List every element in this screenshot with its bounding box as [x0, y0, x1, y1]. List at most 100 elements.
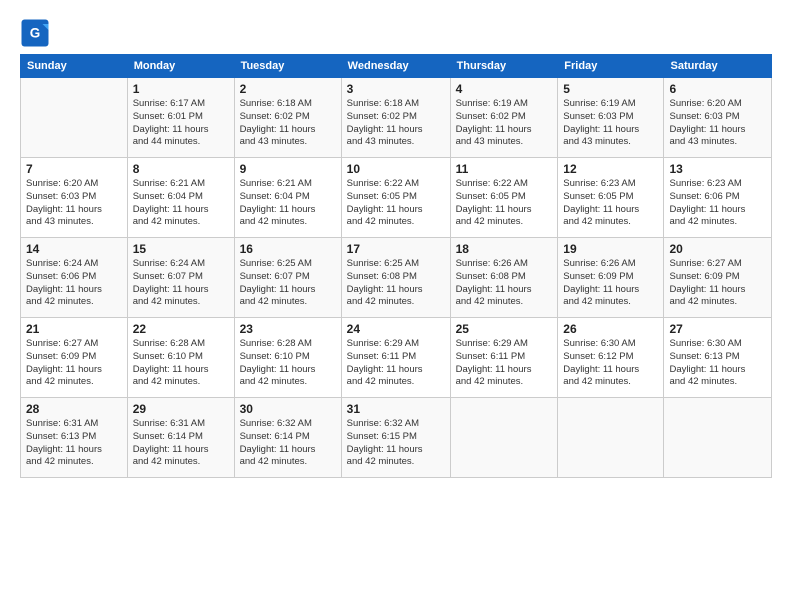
day-number: 31 [347, 402, 445, 416]
day-number: 30 [240, 402, 336, 416]
calendar-page: G SundayMondayTuesdayWednesdayThursdayFr… [0, 0, 792, 612]
day-cell: 1Sunrise: 6:17 AM Sunset: 6:01 PM Daylig… [127, 78, 234, 158]
day-info: Sunrise: 6:19 AM Sunset: 6:02 PM Dayligh… [456, 98, 553, 149]
day-cell: 2Sunrise: 6:18 AM Sunset: 6:02 PM Daylig… [234, 78, 341, 158]
day-cell: 22 Sunrise: 6:28 AM Sunset: 6:10 PM Dayli… [127, 318, 234, 398]
day-cell: 16 Sunrise: 6:25 AM Sunset: 6:07 PM Dayli… [234, 238, 341, 318]
day-number: 11 [456, 162, 553, 176]
day-cell: 9 Sunrise: 6:21 AM Sunset: 6:04 PM Daylig… [234, 158, 341, 238]
day-info: Sunrise: 6:29 AM Sunset: 6:11 PM Dayligh… [456, 338, 553, 389]
day-cell: 15 Sunrise: 6:24 AM Sunset: 6:07 PM Dayli… [127, 238, 234, 318]
day-cell: 13 Sunrise: 6:23 AM Sunset: 6:06 PM Dayli… [664, 158, 772, 238]
day-cell: 12 Sunrise: 6:23 AM Sunset: 6:05 PM Dayli… [558, 158, 664, 238]
day-info: Sunrise: 6:21 AM Sunset: 6:04 PM Dayligh… [240, 178, 336, 229]
col-header-sunday: Sunday [21, 55, 128, 78]
day-info: Sunrise: 6:31 AM Sunset: 6:13 PM Dayligh… [26, 418, 122, 469]
day-number: 22 [133, 322, 229, 336]
day-cell: 27Sunrise: 6:30 AM Sunset: 6:13 PM Dayli… [664, 318, 772, 398]
day-number: 16 [240, 242, 336, 256]
day-cell [21, 78, 128, 158]
week-row-3: 14Sunrise: 6:24 AM Sunset: 6:06 PM Dayli… [21, 238, 772, 318]
day-cell: 26 Sunrise: 6:30 AM Sunset: 6:12 PM Dayli… [558, 318, 664, 398]
day-cell: 10 Sunrise: 6:22 AM Sunset: 6:05 PM Dayli… [341, 158, 450, 238]
day-number: 26 [563, 322, 658, 336]
day-cell: 4 Sunrise: 6:19 AM Sunset: 6:02 PM Daylig… [450, 78, 558, 158]
day-info: Sunrise: 6:20 AM Sunset: 6:03 PM Dayligh… [669, 98, 766, 149]
day-info: Sunrise: 6:26 AM Sunset: 6:09 PM Dayligh… [563, 258, 658, 309]
day-info: Sunrise: 6:17 AM Sunset: 6:01 PM Dayligh… [133, 98, 229, 149]
day-cell: 14Sunrise: 6:24 AM Sunset: 6:06 PM Dayli… [21, 238, 128, 318]
day-info: Sunrise: 6:29 AM Sunset: 6:11 PM Dayligh… [347, 338, 445, 389]
day-number: 18 [456, 242, 553, 256]
day-info: Sunrise: 6:25 AM Sunset: 6:07 PM Dayligh… [240, 258, 336, 309]
day-cell: 7 Sunrise: 6:20 AM Sunset: 6:03 PM Daylig… [21, 158, 128, 238]
day-cell [450, 398, 558, 478]
day-number: 20 [669, 242, 766, 256]
day-info: Sunrise: 6:27 AM Sunset: 6:09 PM Dayligh… [669, 258, 766, 309]
logo: G [20, 18, 54, 48]
svg-text:G: G [30, 26, 41, 41]
day-info: Sunrise: 6:23 AM Sunset: 6:06 PM Dayligh… [669, 178, 766, 229]
day-info: Sunrise: 6:22 AM Sunset: 6:05 PM Dayligh… [347, 178, 445, 229]
day-number: 29 [133, 402, 229, 416]
day-number: 5 [563, 82, 658, 96]
day-info: Sunrise: 6:24 AM Sunset: 6:06 PM Dayligh… [26, 258, 122, 309]
day-info: Sunrise: 6:32 AM Sunset: 6:15 PM Dayligh… [347, 418, 445, 469]
day-number: 2 [240, 82, 336, 96]
week-row-4: 21 Sunrise: 6:27 AM Sunset: 6:09 PM Dayli… [21, 318, 772, 398]
day-info: Sunrise: 6:28 AM Sunset: 6:10 PM Dayligh… [240, 338, 336, 389]
day-number: 3 [347, 82, 445, 96]
day-info: Sunrise: 6:20 AM Sunset: 6:03 PM Dayligh… [26, 178, 122, 229]
day-number: 12 [563, 162, 658, 176]
day-cell: 19 Sunrise: 6:26 AM Sunset: 6:09 PM Dayli… [558, 238, 664, 318]
day-cell: 28 Sunrise: 6:31 AM Sunset: 6:13 PM Dayli… [21, 398, 128, 478]
col-header-thursday: Thursday [450, 55, 558, 78]
day-number: 15 [133, 242, 229, 256]
header-row: SundayMondayTuesdayWednesdayThursdayFrid… [21, 55, 772, 78]
calendar-table: SundayMondayTuesdayWednesdayThursdayFrid… [20, 54, 772, 478]
day-cell: 3Sunrise: 6:18 AM Sunset: 6:02 PM Daylig… [341, 78, 450, 158]
day-number: 28 [26, 402, 122, 416]
day-info: Sunrise: 6:24 AM Sunset: 6:07 PM Dayligh… [133, 258, 229, 309]
col-header-wednesday: Wednesday [341, 55, 450, 78]
day-number: 10 [347, 162, 445, 176]
day-cell [558, 398, 664, 478]
day-number: 4 [456, 82, 553, 96]
day-cell: 6 Sunrise: 6:20 AM Sunset: 6:03 PM Daylig… [664, 78, 772, 158]
day-number: 25 [456, 322, 553, 336]
day-cell: 31 Sunrise: 6:32 AM Sunset: 6:15 PM Dayli… [341, 398, 450, 478]
day-cell: 17Sunrise: 6:25 AM Sunset: 6:08 PM Dayli… [341, 238, 450, 318]
day-info: Sunrise: 6:30 AM Sunset: 6:13 PM Dayligh… [669, 338, 766, 389]
day-number: 17 [347, 242, 445, 256]
day-number: 21 [26, 322, 122, 336]
day-number: 24 [347, 322, 445, 336]
day-number: 23 [240, 322, 336, 336]
day-cell: 29Sunrise: 6:31 AM Sunset: 6:14 PM Dayli… [127, 398, 234, 478]
day-cell: 30 Sunrise: 6:32 AM Sunset: 6:14 PM Dayli… [234, 398, 341, 478]
day-number: 9 [240, 162, 336, 176]
day-number: 6 [669, 82, 766, 96]
day-info: Sunrise: 6:32 AM Sunset: 6:14 PM Dayligh… [240, 418, 336, 469]
day-number: 13 [669, 162, 766, 176]
day-number: 7 [26, 162, 122, 176]
day-cell: 23 Sunrise: 6:28 AM Sunset: 6:10 PM Dayli… [234, 318, 341, 398]
day-cell: 21 Sunrise: 6:27 AM Sunset: 6:09 PM Dayli… [21, 318, 128, 398]
day-info: Sunrise: 6:30 AM Sunset: 6:12 PM Dayligh… [563, 338, 658, 389]
day-info: Sunrise: 6:28 AM Sunset: 6:10 PM Dayligh… [133, 338, 229, 389]
day-number: 8 [133, 162, 229, 176]
day-number: 19 [563, 242, 658, 256]
day-info: Sunrise: 6:19 AM Sunset: 6:03 PM Dayligh… [563, 98, 658, 149]
day-cell: 18 Sunrise: 6:26 AM Sunset: 6:08 PM Dayli… [450, 238, 558, 318]
col-header-friday: Friday [558, 55, 664, 78]
day-info: Sunrise: 6:26 AM Sunset: 6:08 PM Dayligh… [456, 258, 553, 309]
day-info: Sunrise: 6:21 AM Sunset: 6:04 PM Dayligh… [133, 178, 229, 229]
day-info: Sunrise: 6:23 AM Sunset: 6:05 PM Dayligh… [563, 178, 658, 229]
day-info: Sunrise: 6:27 AM Sunset: 6:09 PM Dayligh… [26, 338, 122, 389]
day-cell: 24 Sunrise: 6:29 AM Sunset: 6:11 PM Dayli… [341, 318, 450, 398]
col-header-tuesday: Tuesday [234, 55, 341, 78]
week-row-2: 7 Sunrise: 6:20 AM Sunset: 6:03 PM Daylig… [21, 158, 772, 238]
col-header-saturday: Saturday [664, 55, 772, 78]
day-cell: 20 Sunrise: 6:27 AM Sunset: 6:09 PM Dayli… [664, 238, 772, 318]
day-cell: 11Sunrise: 6:22 AM Sunset: 6:05 PM Dayli… [450, 158, 558, 238]
logo-icon: G [20, 18, 50, 48]
